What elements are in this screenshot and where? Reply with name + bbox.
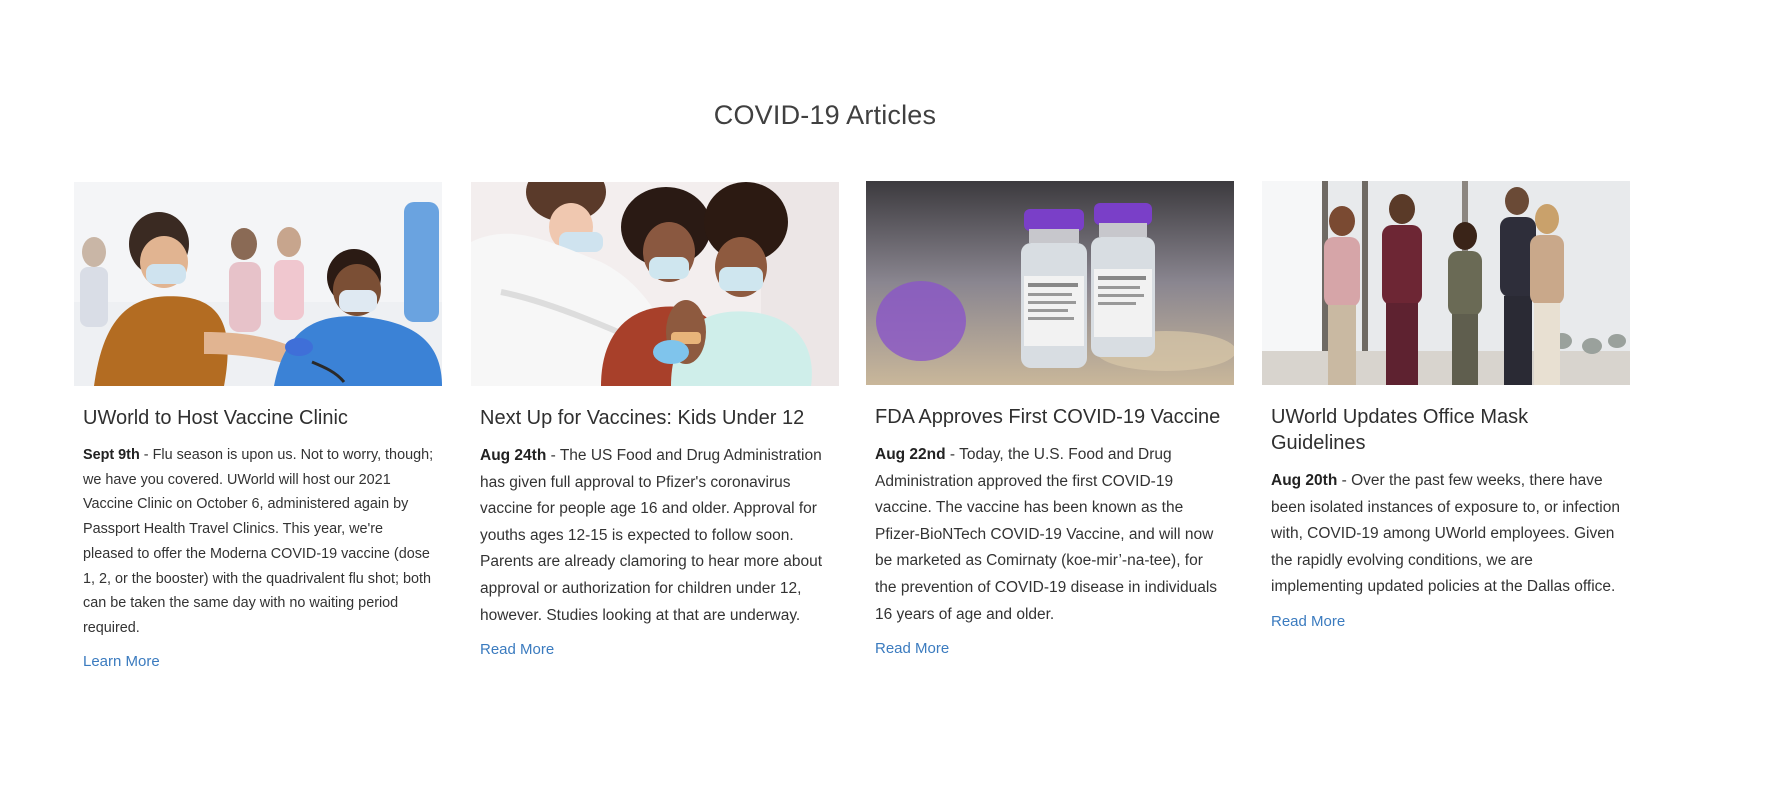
article-title[interactable]: UWorld Updates Office Mask Guidelines <box>1271 404 1622 456</box>
article-title[interactable]: UWorld to Host Vaccine Clinic <box>83 405 434 431</box>
article-date: Sept 9th <box>83 447 140 463</box>
article-date: Aug 20th <box>1271 472 1338 489</box>
read-more-link[interactable]: Read More <box>1271 613 1345 630</box>
article-text: Today, the U.S. Food and Drug Administra… <box>875 446 1218 623</box>
date-separator: - <box>945 446 960 463</box>
vaccination-photo[interactable] <box>74 182 442 386</box>
article-card: UWorld Updates Office Mask Guidelines Au… <box>1262 181 1630 631</box>
article-summary: Aug 22nd - Today, the U.S. Food and Drug… <box>875 442 1226 628</box>
article-text: Over the past few weeks, there have been… <box>1271 472 1620 596</box>
read-more-link[interactable]: Read More <box>875 640 949 657</box>
section-title: COVID-19 Articles <box>713 100 937 130</box>
article-title[interactable]: FDA Approves First COVID-19 Vaccine <box>875 404 1226 430</box>
article-card: UWorld to Host Vaccine Clinic Sept 9th -… <box>74 182 442 671</box>
article-summary: Aug 20th - Over the past few weeks, ther… <box>1271 468 1622 601</box>
article-text: Flu season is upon us. Not to worry, tho… <box>83 447 434 636</box>
article-title[interactable]: Next Up for Vaccines: Kids Under 12 <box>480 405 831 431</box>
learn-more-link[interactable]: Learn More <box>83 653 160 670</box>
article-summary: Sept 9th - Flu season is upon us. Not to… <box>83 443 434 641</box>
article-summary: Aug 24th - The US Food and Drug Administ… <box>480 443 831 629</box>
date-separator: - <box>139 447 153 463</box>
child-vaccination-photo[interactable] <box>471 182 839 386</box>
date-separator: - <box>546 447 560 464</box>
article-text: The US Food and Drug Administration has … <box>480 447 823 624</box>
read-more-link[interactable]: Read More <box>480 641 554 658</box>
article-date: Aug 22nd <box>875 446 946 463</box>
date-separator: - <box>1337 472 1352 489</box>
article-date: Aug 24th <box>480 447 547 464</box>
vaccine-vials-photo[interactable] <box>866 181 1234 385</box>
office-masks-photo[interactable] <box>1262 181 1630 385</box>
article-card: Next Up for Vaccines: Kids Under 12 Aug … <box>471 182 839 659</box>
article-card: FDA Approves First COVID-19 Vaccine Aug … <box>866 181 1234 658</box>
